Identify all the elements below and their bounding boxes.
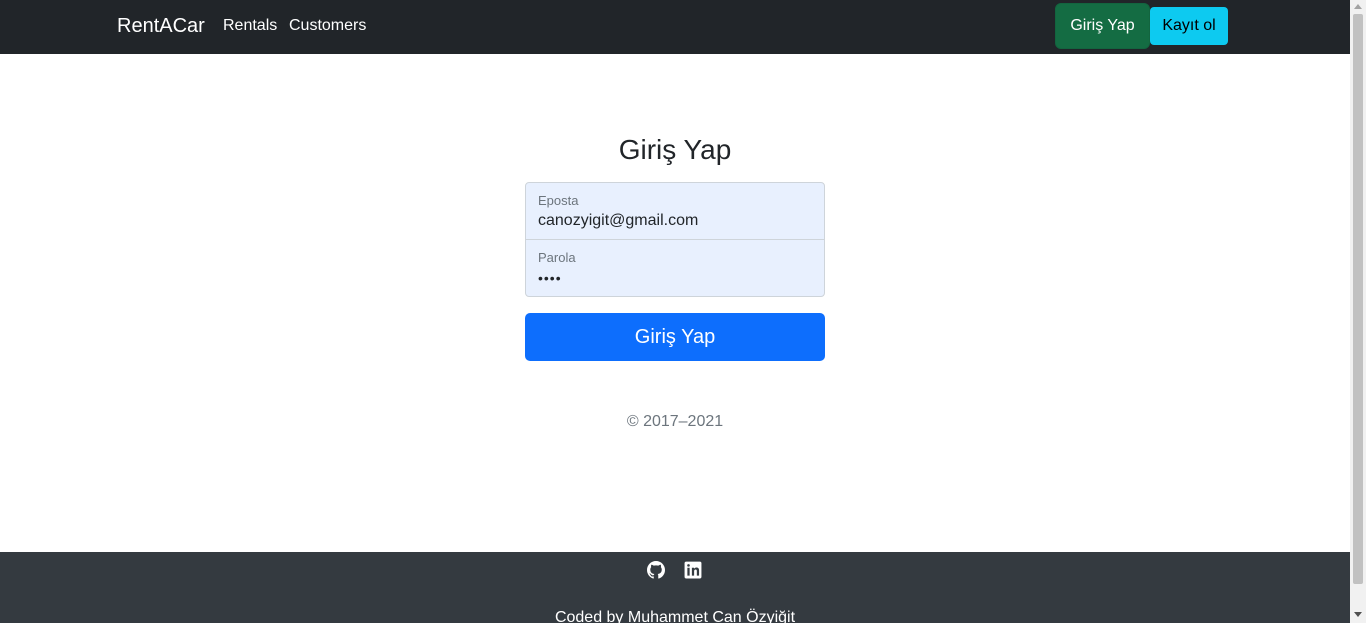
navbar: RentACar Rentals Customers Giriş Yap Kay… [0,0,1350,54]
footer: Coded by Muhammet Can Özyiğit [0,552,1350,623]
email-label: Eposta [538,193,579,208]
nav-link-customers[interactable]: Customers [289,17,366,35]
login-form-fields: Eposta canozyigit@gmail.com Parola •••• [525,182,825,297]
login-submit-button[interactable]: Giriş Yap [525,313,825,361]
email-field[interactable]: Eposta canozyigit@gmail.com [526,183,824,240]
password-field[interactable]: Parola •••• [526,240,824,296]
email-value: canozyigit@gmail.com [538,212,699,229]
register-nav-button[interactable]: Kayıt ol [1150,7,1228,45]
login-title: Giriş Yap [618,134,732,165]
login-nav-button[interactable]: Giriş Yap [1055,3,1150,49]
github-icon[interactable] [647,561,665,579]
linkedin-icon[interactable] [684,561,702,579]
password-label: Parola [538,250,576,265]
scroll-down-arrow-icon[interactable] [1354,612,1362,617]
footer-credit: Coded by Muhammet Can Özyiğit [554,609,796,623]
page: RentACar Rentals Customers Giriş Yap Kay… [0,0,1350,623]
scroll-up-arrow-icon[interactable] [1354,4,1362,9]
brand-logo[interactable]: RentACar [117,15,205,38]
page-scrollbar[interactable] [1350,0,1366,623]
scrollbar-thumb[interactable] [1353,14,1363,584]
copyright-text: © 2017–2021 [626,413,724,430]
password-value: •••• [538,270,562,286]
nav-link-rentals[interactable]: Rentals [223,17,277,35]
